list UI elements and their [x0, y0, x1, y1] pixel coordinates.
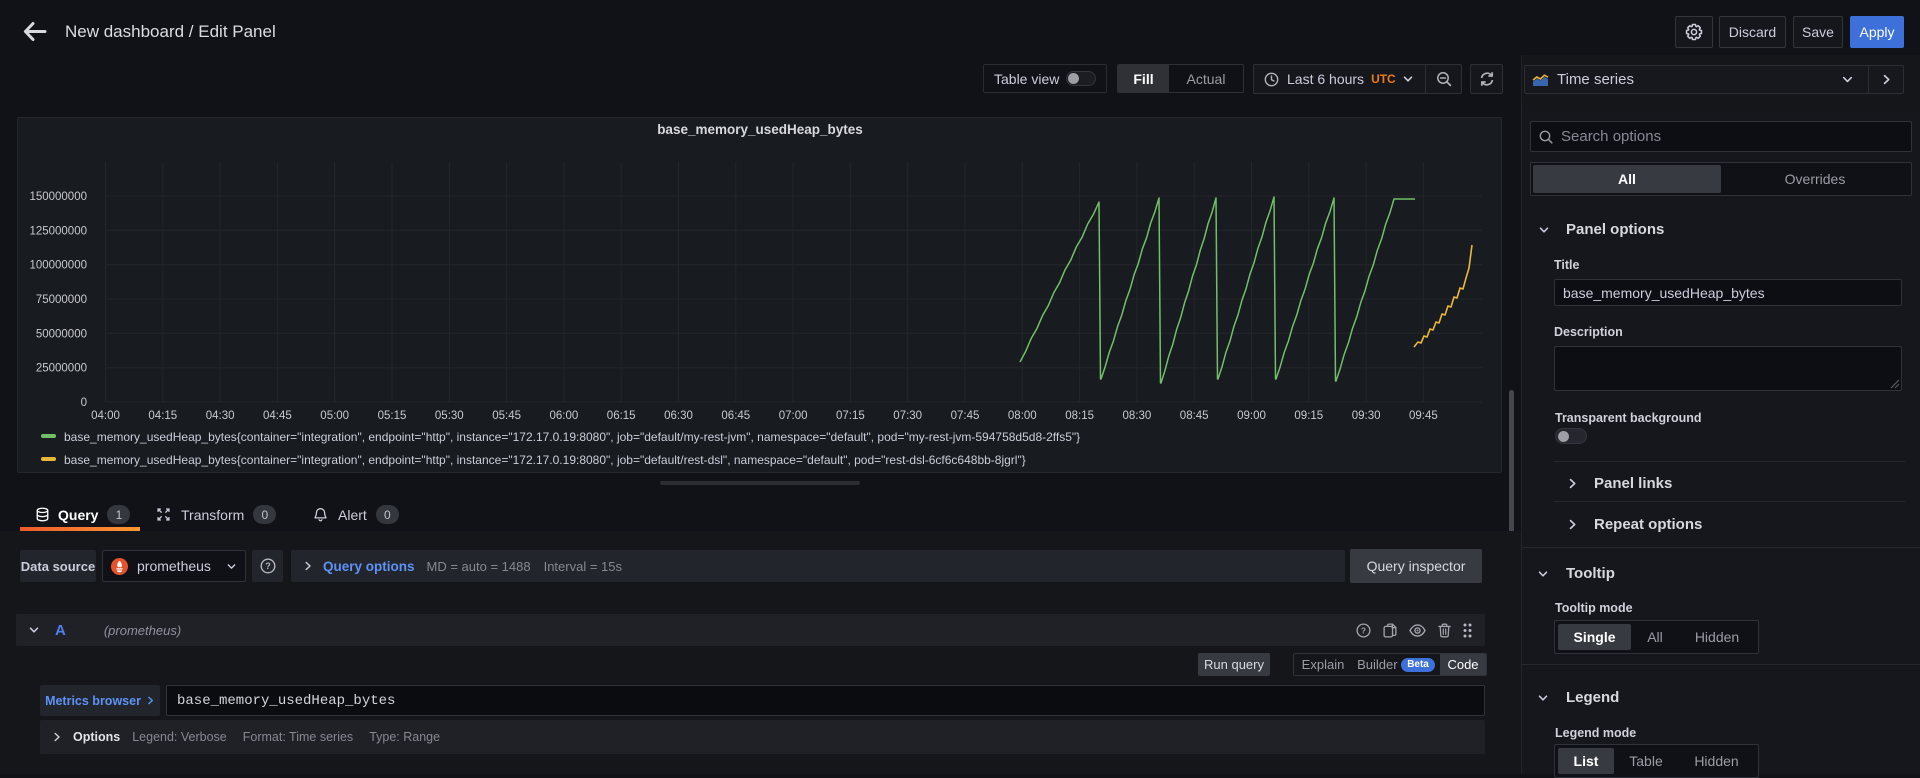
svg-text:09:00: 09:00	[1237, 410, 1266, 422]
svg-text:09:30: 09:30	[1352, 410, 1381, 422]
svg-text:05:45: 05:45	[492, 410, 521, 422]
svg-text:07:30: 07:30	[893, 410, 922, 422]
svg-text:07:15: 07:15	[836, 410, 865, 422]
svg-text:05:30: 05:30	[435, 410, 464, 422]
svg-text:04:00: 04:00	[91, 410, 120, 422]
svg-text:07:00: 07:00	[779, 410, 808, 422]
svg-text:base_memory_usedHeap_bytes{con: base_memory_usedHeap_bytes{container="in…	[64, 430, 1080, 444]
svg-text:09:15: 09:15	[1294, 410, 1323, 422]
svg-text:?: ?	[265, 561, 271, 571]
svg-text:06:45: 06:45	[721, 410, 750, 422]
svg-text:150000000: 150000000	[29, 191, 87, 203]
svg-text:100000000: 100000000	[29, 260, 87, 272]
svg-text:base_memory_usedHeap_bytes: base_memory_usedHeap_bytes	[657, 122, 863, 137]
svg-text:06:15: 06:15	[607, 410, 636, 422]
svg-text:base_memory_usedHeap_bytes{con: base_memory_usedHeap_bytes{container="in…	[64, 453, 1026, 467]
svg-text:07:45: 07:45	[951, 410, 980, 422]
svg-text:?: ?	[1361, 625, 1366, 635]
svg-text:06:00: 06:00	[550, 410, 579, 422]
svg-text:04:30: 04:30	[206, 410, 235, 422]
svg-text:50000000: 50000000	[36, 328, 87, 340]
svg-text:0: 0	[81, 397, 87, 409]
svg-text:06:30: 06:30	[664, 410, 693, 422]
svg-text:09:45: 09:45	[1409, 410, 1438, 422]
svg-text:04:45: 04:45	[263, 410, 292, 422]
svg-text:05:15: 05:15	[378, 410, 407, 422]
svg-text:05:00: 05:00	[320, 410, 349, 422]
svg-text:08:00: 08:00	[1008, 410, 1037, 422]
svg-text:08:30: 08:30	[1123, 410, 1152, 422]
svg-text:75000000: 75000000	[36, 294, 87, 306]
svg-text:04:15: 04:15	[148, 410, 177, 422]
svg-text:08:15: 08:15	[1065, 410, 1094, 422]
svg-text:08:45: 08:45	[1180, 410, 1209, 422]
svg-text:125000000: 125000000	[29, 225, 87, 237]
svg-text:25000000: 25000000	[36, 363, 87, 375]
